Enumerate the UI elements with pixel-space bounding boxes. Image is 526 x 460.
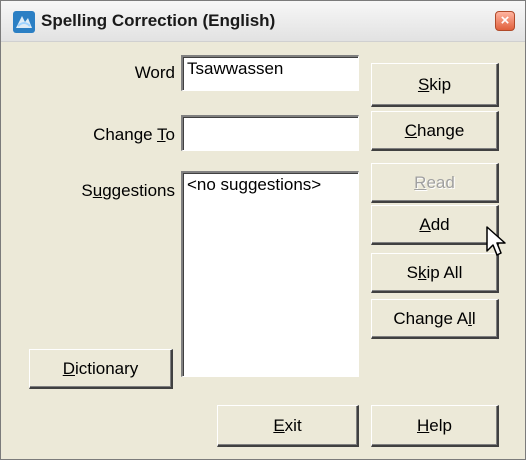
title-bar[interactable]: Spelling Correction (English) × <box>1 1 525 42</box>
skip-button[interactable]: Skip <box>371 63 499 107</box>
help-button[interactable]: Help <box>371 405 499 447</box>
exit-button[interactable]: Exit <box>217 405 359 447</box>
add-button[interactable]: Add <box>371 205 499 245</box>
dictionary-button[interactable]: Dictionary <box>29 349 173 389</box>
change-button[interactable]: Change <box>371 111 499 151</box>
change-to-field[interactable] <box>181 115 359 151</box>
suggestions-label: Suggestions <box>81 181 175 200</box>
word-field[interactable]: Tsawwassen <box>181 55 359 91</box>
mouse-cursor-icon <box>486 226 506 256</box>
skip-all-button[interactable]: Skip All <box>371 253 499 293</box>
close-button[interactable]: × <box>495 11 515 31</box>
read-button[interactable]: Read <box>371 163 499 203</box>
window-title: Spelling Correction (English) <box>41 11 276 30</box>
word-label: Word <box>134 63 175 82</box>
close-icon: × <box>500 12 510 29</box>
word-value: Tsawwassen <box>187 59 284 78</box>
app-icon <box>13 11 35 33</box>
suggestions-list[interactable]: <no suggestions> <box>181 171 359 377</box>
list-item[interactable]: <no suggestions> <box>187 175 354 195</box>
change-to-label: Change To <box>93 125 175 144</box>
spelling-dialog: Spelling Correction (English) × Word Tsa… <box>0 0 526 460</box>
change-all-button[interactable]: Change All <box>371 299 499 339</box>
